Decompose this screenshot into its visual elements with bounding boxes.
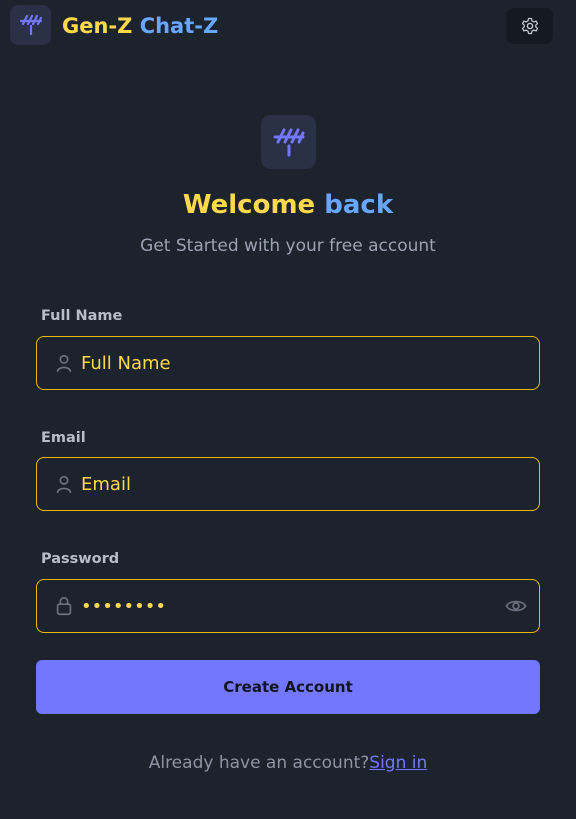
signin-prompt-row: Already have an account?Sign in xyxy=(0,750,576,776)
welcome-title-part2: back xyxy=(324,190,394,220)
password-field[interactable] xyxy=(36,579,540,633)
brand-gen: Gen-Z xyxy=(62,14,133,38)
hash-tally-logo-icon xyxy=(273,128,304,157)
brand-chat: Chat-Z xyxy=(139,14,219,38)
signin-link[interactable]: Sign in xyxy=(369,753,427,773)
user-icon xyxy=(56,475,72,494)
full-name-input[interactable] xyxy=(81,337,491,389)
gear-icon xyxy=(521,17,538,35)
lock-icon xyxy=(56,596,72,616)
email-field[interactable] xyxy=(36,457,540,511)
signin-prompt-text: Already have an account? xyxy=(148,753,370,773)
password-label: Password xyxy=(41,551,120,567)
password-input[interactable] xyxy=(81,580,491,632)
hero-logo xyxy=(261,115,316,169)
hash-tally-logo-icon xyxy=(19,14,42,36)
user-icon xyxy=(56,354,72,373)
welcome-title-part1: Welcome xyxy=(182,190,316,220)
full-name-field[interactable] xyxy=(36,336,540,390)
full-name-label: Full Name xyxy=(41,308,123,324)
eye-icon[interactable] xyxy=(505,596,527,616)
email-input[interactable] xyxy=(81,458,491,510)
email-label: Email xyxy=(41,430,86,446)
brand-logo[interactable] xyxy=(10,5,51,45)
settings-button[interactable] xyxy=(506,8,553,44)
page-subtitle: Get Started with your free account xyxy=(140,236,436,256)
welcome-title: Welcome back xyxy=(0,188,576,222)
top-header: Gen-Z Chat-Z xyxy=(0,0,576,52)
brand-name: Gen-Z Chat-Z xyxy=(62,12,218,40)
create-account-button[interactable]: Create Account xyxy=(36,660,540,714)
